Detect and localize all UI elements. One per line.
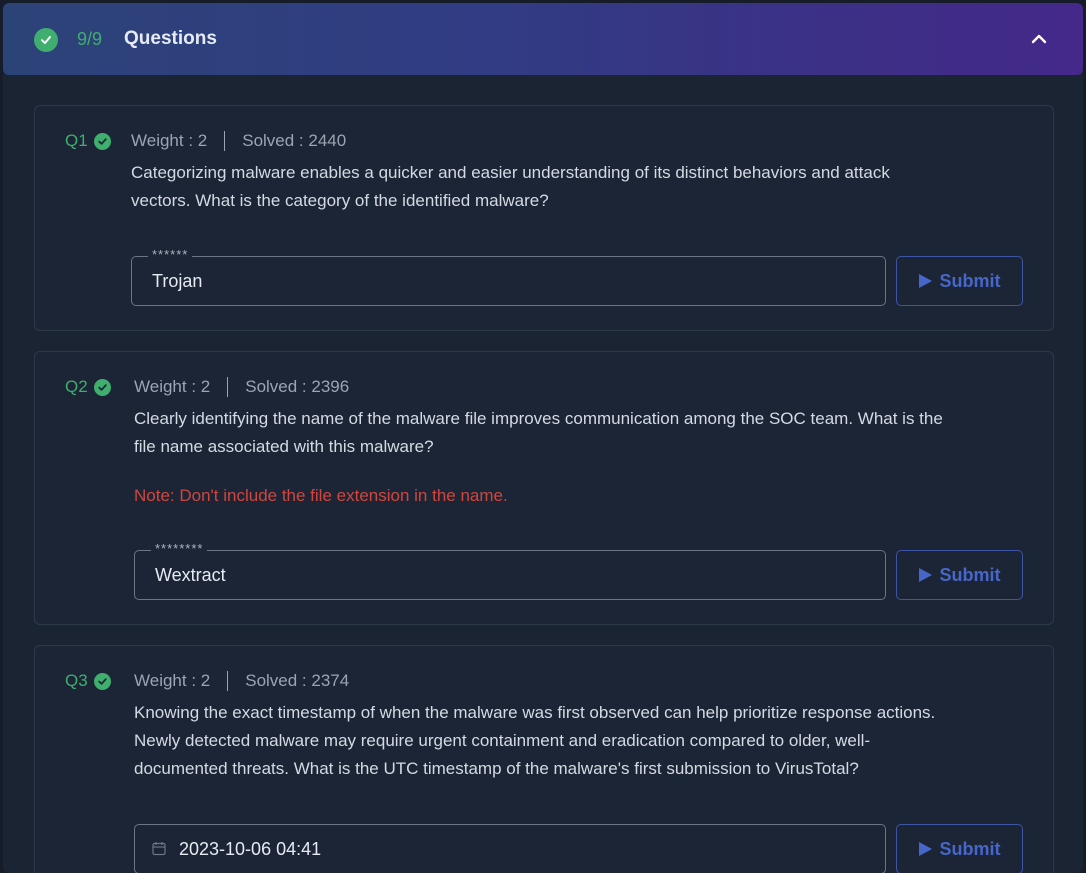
calendar-icon — [152, 841, 166, 856]
meta-divider — [224, 131, 226, 151]
questions-header[interactable]: 9/9 Questions — [3, 3, 1083, 75]
solved-label: Solved : 2440 — [242, 131, 347, 150]
solved-label: Solved : 2396 — [245, 377, 350, 396]
question-number: Q1 — [65, 131, 111, 151]
question-line: file name associated with this malware? — [134, 437, 434, 456]
answer-value[interactable]: 2023-10-06 04:41 — [179, 839, 321, 860]
question-number: Q2 — [65, 377, 111, 397]
section-title: Questions — [124, 28, 217, 49]
answer-mask: ******** — [151, 542, 208, 556]
question-card-q1: Q1 Weight : 2 Solved : 2440 Categorizing… — [34, 105, 1054, 331]
question-meta: Weight : 2 Solved : 2374 — [134, 671, 349, 691]
check-circle-icon — [93, 378, 111, 396]
question-text: Categorizing malware enables a quicker a… — [131, 159, 1026, 215]
submit-label: Submit — [939, 270, 1001, 291]
play-icon — [918, 274, 932, 288]
submit-label: Submit — [939, 838, 1001, 859]
check-circle-icon — [34, 28, 58, 52]
question-meta: Weight : 2 Solved : 2396 — [134, 377, 349, 397]
question-line: Clearly identifying the name of the malw… — [134, 409, 943, 428]
question-text: Knowing the exact timestamp of when the … — [134, 699, 1034, 783]
submit-button[interactable]: Submit — [896, 550, 1023, 600]
answer-value[interactable]: Trojan — [152, 271, 202, 292]
question-id: Q3 — [65, 671, 88, 690]
solved-label: Solved : 2374 — [245, 671, 350, 690]
submit-label: Submit — [939, 564, 1001, 585]
answer-field[interactable]: ****** Trojan — [131, 248, 886, 306]
date-answer-field[interactable]: 2023-10-06 04:41 — [134, 824, 886, 873]
answer-mask: ****** — [148, 248, 193, 262]
weight-label: Weight : 2 — [134, 377, 211, 396]
play-icon — [918, 842, 932, 856]
question-line: documented threats. What is the UTC time… — [134, 759, 859, 778]
question-id: Q1 — [65, 131, 88, 150]
questions-panel: 9/9 Questions Q1 Weight : 2 Solved : 244… — [3, 3, 1083, 873]
question-number: Q3 — [65, 671, 111, 691]
question-meta: Weight : 2 Solved : 2440 — [131, 131, 346, 151]
chevron-up-icon[interactable] — [1029, 29, 1049, 49]
question-card-q2: Q2 Weight : 2 Solved : 2396 Clearly iden… — [34, 351, 1054, 625]
answer-value[interactable]: Wextract — [155, 565, 226, 586]
check-circle-icon — [93, 132, 111, 150]
check-circle-icon — [93, 672, 111, 690]
weight-label: Weight : 2 — [134, 671, 211, 690]
question-id: Q2 — [65, 377, 88, 396]
meta-divider — [227, 671, 229, 691]
question-line: Newly detected malware may require urgen… — [134, 731, 871, 750]
submit-button[interactable]: Submit — [896, 256, 1023, 306]
progress-count: 9/9 — [77, 29, 103, 49]
play-icon — [918, 568, 932, 582]
question-line: Categorizing malware enables a quicker a… — [131, 163, 890, 182]
question-card-q3: Q3 Weight : 2 Solved : 2374 Knowing the … — [34, 645, 1054, 873]
question-note: Note: Don't include the file extension i… — [134, 486, 508, 505]
question-text: Clearly identifying the name of the malw… — [134, 405, 1029, 461]
question-line: Knowing the exact timestamp of when the … — [134, 703, 936, 722]
submit-button[interactable]: Submit — [896, 824, 1023, 873]
answer-field[interactable]: ******** Wextract — [134, 542, 886, 600]
question-line: vectors. What is the category of the ide… — [131, 191, 549, 210]
meta-divider — [227, 377, 229, 397]
weight-label: Weight : 2 — [131, 131, 208, 150]
